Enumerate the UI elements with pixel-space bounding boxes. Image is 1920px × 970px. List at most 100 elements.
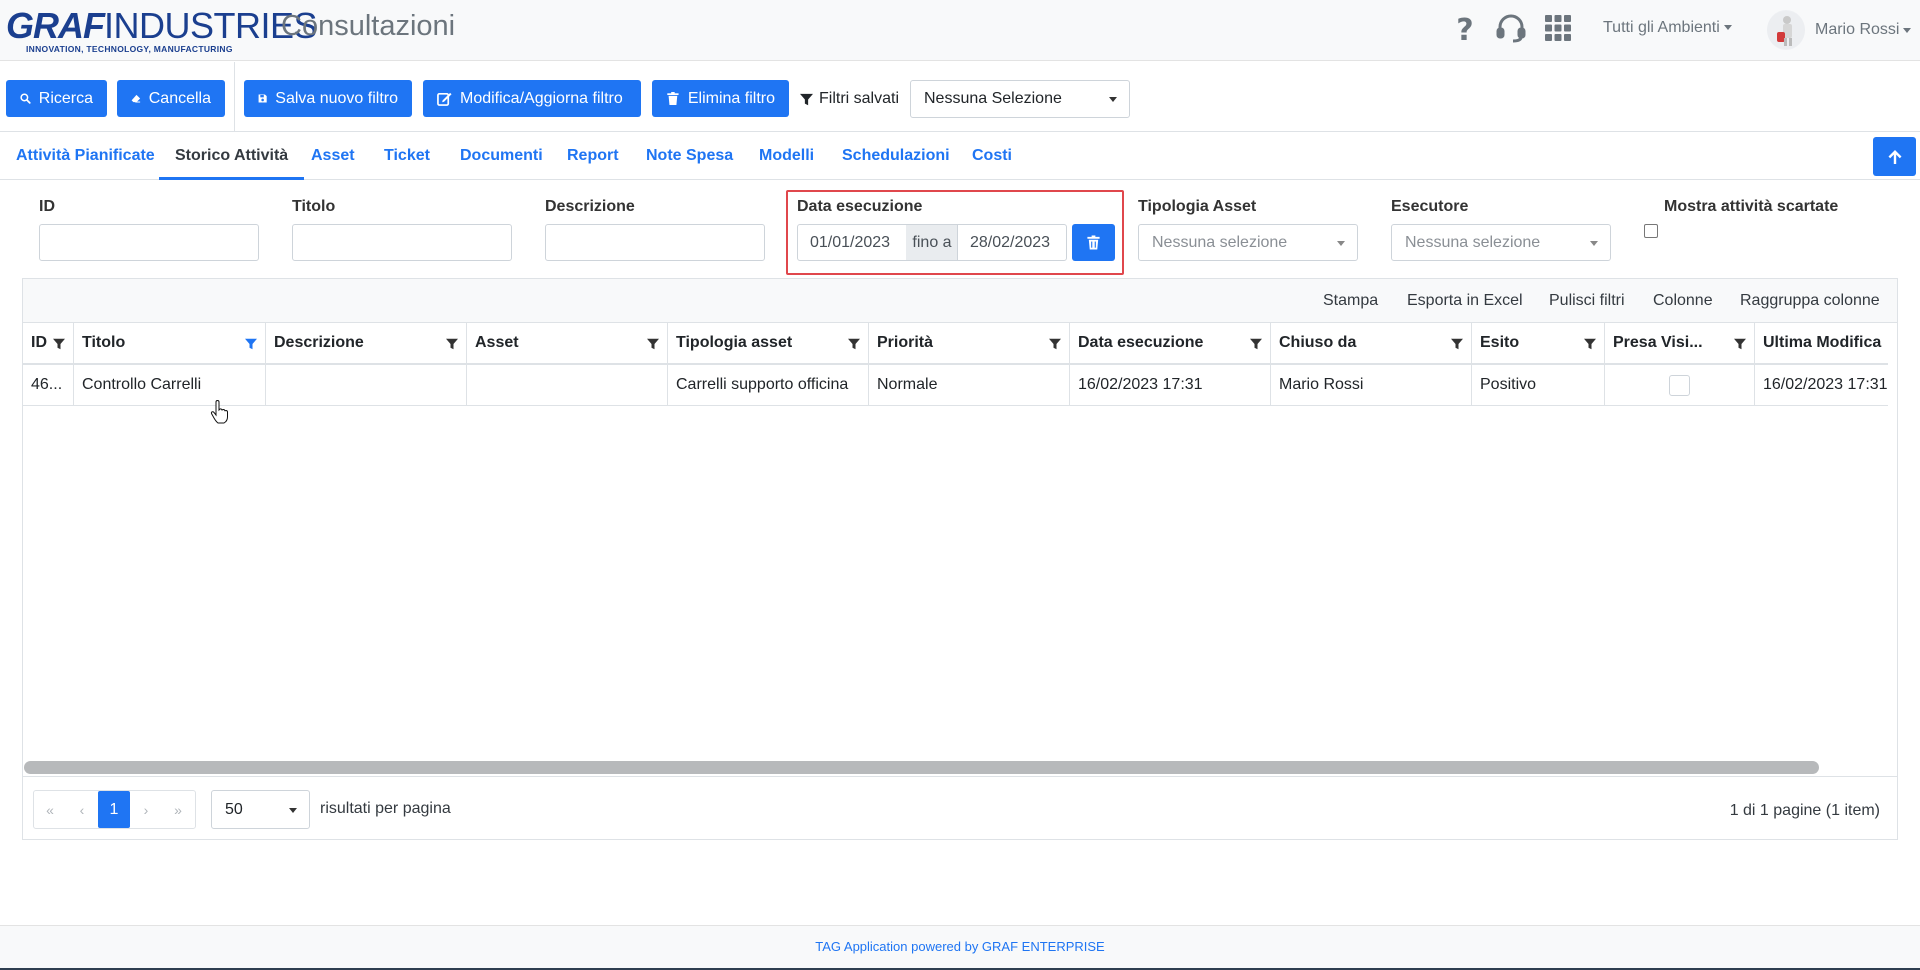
chevron-down-icon	[1903, 27, 1912, 33]
date-range-separator: fino a	[906, 224, 958, 261]
columns-button[interactable]: Colonne	[1653, 292, 1713, 310]
column-header-asset[interactable]: Asset	[467, 323, 668, 363]
title-filter-label: Titolo	[292, 198, 336, 215]
date-from-input[interactable]: 01/01/2023	[797, 224, 907, 261]
cell-acknowledged	[1605, 365, 1755, 405]
column-header-chiuso-da[interactable]: Chiuso da	[1271, 323, 1472, 363]
pagination: « ‹ 1 › »	[33, 790, 196, 829]
grid-header-row: ID Titolo Descrizione Asset Tipologia as…	[23, 323, 1888, 365]
executor-placeholder: Nessuna selezione	[1405, 233, 1541, 251]
hand-cursor-icon	[210, 399, 230, 424]
cell-description	[266, 365, 467, 405]
headset-icon[interactable]	[1495, 12, 1527, 44]
next-page-icon[interactable]: ›	[130, 791, 162, 828]
column-header-id[interactable]: ID	[23, 323, 74, 363]
asset-type-filter-label: Tipologia Asset	[1138, 198, 1257, 215]
id-filter-label: ID	[39, 198, 55, 215]
filter-icon[interactable]	[848, 337, 860, 350]
company-logo[interactable]: GRAFINDUSTRIES INNOVATION, TECHNOLOGY, M…	[6, 8, 318, 56]
eraser-icon	[131, 94, 141, 103]
column-header-titolo[interactable]: Titolo	[74, 323, 266, 363]
tab-asset[interactable]: Asset	[295, 133, 371, 180]
show-discarded-checkbox[interactable]	[1644, 224, 1658, 238]
last-page-icon[interactable]: »	[162, 791, 194, 828]
page-size-value: 50	[225, 800, 243, 818]
column-header-label: Chiuso da	[1279, 334, 1357, 351]
asset-type-placeholder: Nessuna selezione	[1152, 233, 1288, 251]
asset-type-select[interactable]: Nessuna selezione	[1138, 224, 1358, 261]
clear-date-button[interactable]	[1072, 224, 1115, 261]
column-header-descrizione[interactable]: Descrizione	[266, 323, 467, 363]
cell-closed-by: Mario Rossi	[1271, 365, 1472, 405]
prev-page-icon[interactable]: ‹	[66, 791, 98, 828]
filter-icon[interactable]	[1250, 337, 1262, 350]
print-button[interactable]: Stampa	[1323, 292, 1378, 310]
title-filter-input[interactable]	[292, 224, 512, 261]
page-size-label: risultati per pagina	[320, 800, 451, 817]
table-row[interactable]: 46... Controllo Carrelli Carrelli suppor…	[23, 365, 1888, 406]
filter-icon[interactable]	[1049, 337, 1061, 350]
filter-icon[interactable]	[1734, 337, 1746, 350]
tab-attivita-pianificate[interactable]: Attività Pianificate	[0, 133, 171, 180]
column-header-data-esecuzione[interactable]: Data esecuzione	[1070, 323, 1271, 363]
saved-filters-text: Filtri salvati	[819, 90, 900, 107]
acknowledged-checkbox[interactable]	[1669, 374, 1690, 396]
column-header-esito[interactable]: Esito	[1472, 323, 1605, 363]
save-filter-button[interactable]: Salva nuovo filtro	[244, 80, 412, 117]
tab-report[interactable]: Report	[551, 133, 635, 180]
date-to-input[interactable]: 28/02/2023	[957, 224, 1067, 261]
first-page-icon[interactable]: «	[34, 791, 66, 828]
filter-icon[interactable]	[53, 337, 65, 350]
scroll-top-button[interactable]	[1873, 137, 1916, 176]
description-filter-input[interactable]	[545, 224, 765, 261]
page-info: 1 di 1 pagine (1 item)	[1729, 802, 1880, 819]
id-filter-input[interactable]	[39, 224, 259, 261]
chevron-down-icon	[289, 807, 297, 813]
column-header-tipologia-asset[interactable]: Tipologia asset	[668, 323, 869, 363]
tab-storico-attivita[interactable]: Storico Attività	[159, 133, 305, 180]
clear-button[interactable]: Cancella	[117, 80, 225, 117]
user-name: Mario Rossi	[1815, 21, 1900, 38]
filter-toolbar: Ricerca Cancella Salva nuovo filtro Modi…	[0, 62, 1920, 132]
filter-icon[interactable]	[647, 337, 659, 350]
cell-title: Controllo Carrelli	[74, 365, 266, 405]
group-columns-button[interactable]: Raggruppa colonne	[1740, 292, 1880, 310]
column-header-ultima-modifica[interactable]: Ultima Modifica	[1755, 323, 1888, 363]
page-number-button[interactable]: 1	[98, 791, 130, 828]
svg-text:?: ?	[1456, 13, 1473, 44]
tab-costi[interactable]: Costi	[956, 133, 1028, 180]
horizontal-scrollbar[interactable]	[24, 761, 1819, 774]
help-icon[interactable]: ?	[1449, 12, 1481, 48]
apps-grid-icon[interactable]	[1542, 12, 1574, 44]
filter-active-icon[interactable]	[245, 337, 257, 350]
filter-icon[interactable]	[1451, 337, 1463, 350]
column-header-priorita[interactable]: Priorità	[869, 323, 1070, 363]
saved-filters-select[interactable]: Nessuna Selezione	[910, 80, 1130, 118]
column-header-presa-visione[interactable]: Presa Visi...	[1605, 323, 1755, 363]
tab-documenti[interactable]: Documenti	[444, 133, 559, 180]
description-filter-label: Descrizione	[545, 198, 635, 215]
edit-filter-button[interactable]: Modifica/Aggiorna filtro	[423, 80, 641, 117]
logo-tagline: INNOVATION, TECHNOLOGY, MANUFACTURING	[26, 44, 233, 54]
filter-icon[interactable]	[446, 337, 458, 350]
avatar	[1767, 10, 1805, 50]
clear-filters-button[interactable]: Pulisci filtri	[1549, 292, 1625, 310]
page-size-select[interactable]: 50	[211, 790, 310, 829]
environment-dropdown[interactable]: Tutti gli Ambienti	[1603, 19, 1732, 37]
executor-filter-label: Esecutore	[1391, 198, 1469, 215]
export-excel-button[interactable]: Esporta in Excel	[1407, 292, 1523, 310]
tab-bar: Attività Pianificate Storico Attività As…	[0, 133, 1920, 180]
tab-ticket[interactable]: Ticket	[368, 133, 446, 180]
floppy-disk-icon	[258, 94, 267, 103]
toolbar-divider	[234, 62, 235, 132]
tab-note-spesa[interactable]: Note Spesa	[630, 133, 749, 180]
user-menu[interactable]: Mario Rossi	[1767, 8, 1912, 52]
executor-select[interactable]: Nessuna selezione	[1391, 224, 1611, 261]
tab-schedulazioni[interactable]: Schedulazioni	[826, 133, 966, 180]
filter-icon	[800, 93, 813, 105]
tab-modelli[interactable]: Modelli	[743, 133, 830, 180]
search-button[interactable]: Ricerca	[6, 80, 107, 117]
filter-icon[interactable]	[1584, 337, 1596, 350]
save-filter-label: Salva nuovo filtro	[275, 89, 398, 107]
delete-filter-button[interactable]: Elimina filtro	[652, 80, 789, 117]
